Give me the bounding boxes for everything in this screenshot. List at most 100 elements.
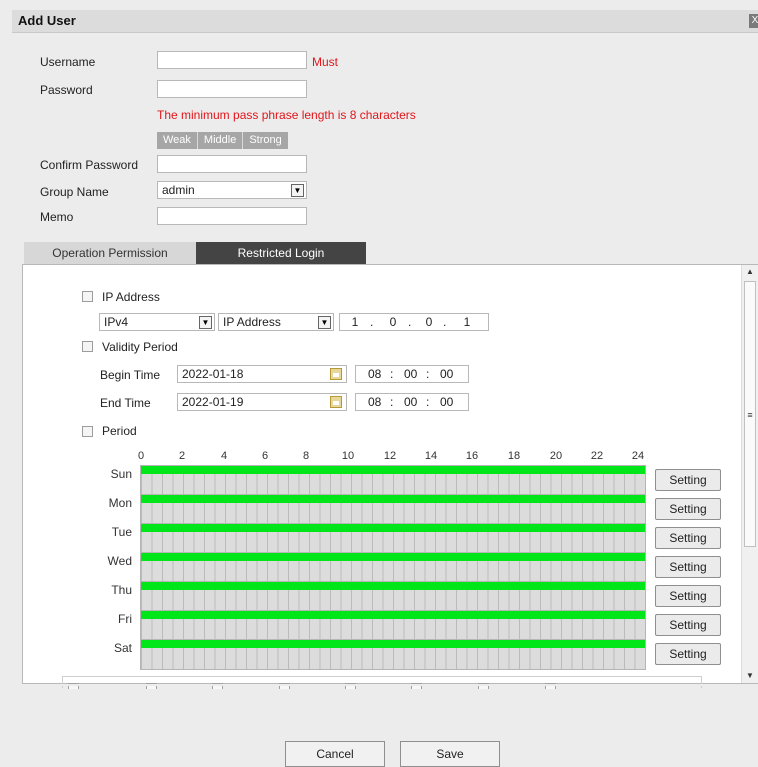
hour-label: 18	[507, 450, 521, 462]
day-label-mon: Mon	[108, 496, 132, 510]
end-time-label: End Time	[100, 396, 151, 410]
memo-label: Memo	[40, 210, 74, 224]
ip-address-input[interactable]: 1 . 0 . 0 . 1	[339, 313, 489, 331]
schedule-active-band	[141, 553, 645, 561]
end-hour[interactable]: 08	[368, 395, 381, 409]
schedule-grid-sat[interactable]	[140, 639, 646, 670]
chevron-down-icon[interactable]: ▼	[318, 316, 331, 329]
chevron-down-icon[interactable]: ▼	[199, 316, 212, 329]
day-label-wed: Wed	[107, 554, 132, 568]
hour-label: 24	[631, 450, 645, 462]
calendar-icon[interactable]	[330, 396, 342, 408]
schedule-grid-thu[interactable]	[140, 581, 646, 612]
save-button[interactable]: Save	[400, 741, 500, 767]
password-strength-meter: Weak Middle Strong	[157, 132, 288, 149]
schedule-grid-tue[interactable]	[140, 523, 646, 554]
hour-label: 10	[341, 450, 355, 462]
end-date-input[interactable]: 2022-01-19	[177, 393, 347, 411]
username-must-indicator: Must	[312, 55, 339, 69]
end-second[interactable]: 00	[440, 395, 453, 409]
ip-octet-1[interactable]: 1	[346, 315, 364, 329]
setting-button-mon[interactable]: Setting	[655, 498, 721, 520]
begin-time-input[interactable]: 08 : 00 : 00	[355, 365, 469, 383]
begin-minute[interactable]: 00	[404, 367, 417, 381]
schedule-grid-fri[interactable]	[140, 610, 646, 641]
day-label-fri: Fri	[118, 612, 132, 626]
setting-button-fri[interactable]: Setting	[655, 614, 721, 636]
scroll-down-icon[interactable]: ▼	[745, 671, 755, 680]
hour-label: 16	[465, 450, 479, 462]
setting-button-tue[interactable]: Setting	[655, 527, 721, 549]
setting-button-sat[interactable]: Setting	[655, 643, 721, 665]
hour-label: 20	[549, 450, 563, 462]
password-label: Password	[40, 83, 93, 97]
hour-label: 12	[383, 450, 397, 462]
validity-period-checkbox[interactable]	[82, 341, 93, 352]
period-label: Period	[102, 424, 137, 438]
ip-dot: .	[443, 315, 447, 329]
memo-input[interactable]	[157, 207, 307, 225]
schedule-active-band	[141, 495, 645, 503]
schedule-active-band	[141, 640, 645, 648]
hour-label: 0	[137, 450, 145, 462]
setting-button-sun[interactable]: Setting	[655, 469, 721, 491]
ip-dot: .	[370, 315, 374, 329]
grip-icon: ≡	[747, 410, 753, 420]
time-colon: :	[390, 367, 394, 381]
permission-row-partial	[62, 676, 702, 688]
ip-octet-2[interactable]: 0	[384, 315, 402, 329]
schedule-grid-sun[interactable]	[140, 465, 646, 496]
ip-address-checkbox[interactable]	[82, 291, 93, 302]
group-name-value: admin	[162, 183, 195, 197]
calendar-icon[interactable]	[330, 368, 342, 380]
close-icon[interactable]: X	[749, 14, 758, 28]
time-colon: :	[390, 395, 394, 409]
ip-dot: .	[408, 315, 412, 329]
ip-type-value: IP Address	[223, 315, 281, 329]
end-time-input[interactable]: 08 : 00 : 00	[355, 393, 469, 411]
day-label-sat: Sat	[113, 641, 132, 655]
password-hint: The minimum pass phrase length is 8 char…	[157, 108, 416, 122]
begin-second[interactable]: 00	[440, 367, 453, 381]
group-name-select[interactable]: admin ▼	[157, 181, 307, 199]
begin-hour[interactable]: 08	[368, 367, 381, 381]
strength-middle: Middle	[197, 132, 244, 149]
confirm-password-input[interactable]	[157, 155, 307, 173]
begin-date-value: 2022-01-18	[182, 367, 244, 381]
username-input[interactable]	[157, 51, 307, 69]
time-colon: :	[426, 367, 430, 381]
setting-button-wed[interactable]: Setting	[655, 556, 721, 578]
setting-button-thu[interactable]: Setting	[655, 585, 721, 607]
end-minute[interactable]: 00	[404, 395, 417, 409]
schedule-active-band	[141, 611, 645, 619]
hour-label: 6	[261, 450, 269, 462]
scroll-up-icon[interactable]: ▲	[745, 267, 755, 276]
strength-weak: Weak	[157, 132, 198, 149]
ip-octet-3[interactable]: 0	[420, 315, 438, 329]
tab-operation-permission[interactable]: Operation Permission	[24, 242, 196, 264]
cancel-button[interactable]: Cancel	[285, 741, 385, 767]
period-checkbox[interactable]	[82, 426, 93, 437]
confirm-password-label: Confirm Password	[40, 158, 139, 172]
dialog-title: Add User	[18, 13, 76, 28]
chevron-down-icon[interactable]: ▼	[291, 184, 304, 197]
hour-label: 14	[424, 450, 438, 462]
schedule-grid-mon[interactable]	[140, 494, 646, 525]
day-label-tue: Tue	[111, 525, 132, 539]
password-input[interactable]	[157, 80, 307, 98]
schedule-grid-wed[interactable]	[140, 552, 646, 583]
ip-address-label: IP Address	[102, 290, 160, 304]
ip-type-select[interactable]: IP Address ▼	[218, 313, 334, 331]
schedule-active-band	[141, 524, 645, 532]
begin-time-label: Begin Time	[100, 368, 161, 382]
schedule-active-band	[141, 582, 645, 590]
tab-restricted-login[interactable]: Restricted Login	[196, 242, 366, 264]
group-name-label: Group Name	[40, 185, 109, 199]
ip-octet-4[interactable]: 1	[458, 315, 476, 329]
begin-date-input[interactable]: 2022-01-18	[177, 365, 347, 383]
day-label-thu: Thu	[111, 583, 132, 597]
ip-version-value: IPv4	[104, 315, 129, 329]
ip-version-select[interactable]: IPv4 ▼	[99, 313, 215, 331]
time-colon: :	[426, 395, 430, 409]
dialog-header: Add User X	[12, 10, 758, 33]
